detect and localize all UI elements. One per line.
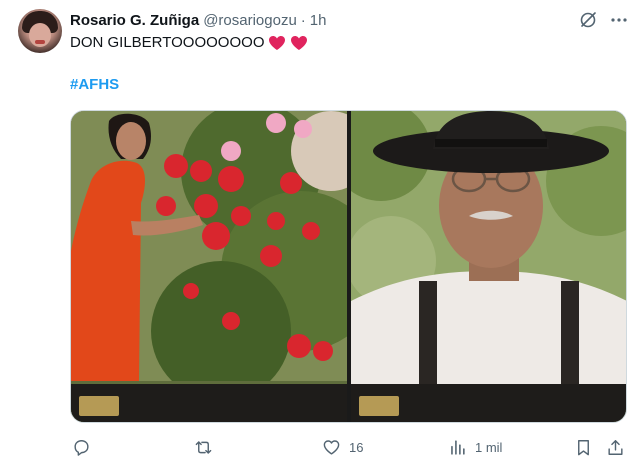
share-icon bbox=[608, 439, 623, 455]
tweet-actions: 16 1 mil bbox=[70, 436, 630, 460]
channel-logo bbox=[359, 396, 399, 416]
avatar[interactable] bbox=[18, 9, 62, 53]
photo-black-bar bbox=[71, 384, 347, 422]
tweet-text: DON GILBERTOOOOOOOO bbox=[70, 33, 308, 53]
timestamp[interactable]: 1h bbox=[310, 12, 327, 29]
channel-logo bbox=[79, 396, 119, 416]
photo-black-bar bbox=[351, 384, 626, 422]
grok-icon[interactable] bbox=[578, 10, 598, 30]
like-button[interactable]: 16 bbox=[322, 436, 363, 458]
photo-man-with-hat[interactable] bbox=[351, 111, 626, 422]
bookmark-icon bbox=[578, 439, 589, 455]
reply-icon bbox=[74, 439, 89, 456]
media-grid bbox=[70, 110, 627, 423]
display-name[interactable]: Rosario G. Zuñiga bbox=[70, 12, 199, 29]
views-button[interactable]: 1 mil bbox=[448, 436, 502, 458]
retweet-button[interactable] bbox=[194, 436, 221, 458]
share-button[interactable] bbox=[606, 436, 625, 458]
tweet-text-content: DON GILBERTOOOOOOOO bbox=[70, 34, 265, 51]
heart-icon bbox=[268, 35, 286, 51]
user-handle[interactable]: @rosariogozu bbox=[203, 12, 297, 29]
hashtag-link[interactable]: #AFHS bbox=[70, 76, 119, 93]
retweet-icon bbox=[195, 440, 212, 454]
photo-woman-with-flowers[interactable] bbox=[71, 111, 347, 422]
heart-icon bbox=[290, 35, 308, 51]
tweet-header: Rosario G. Zuñiga @rosariogozu · 1h bbox=[70, 10, 326, 30]
separator-dot: · bbox=[300, 11, 306, 29]
like-icon bbox=[323, 439, 340, 455]
bookmark-button[interactable] bbox=[574, 436, 593, 458]
avatar-lips bbox=[35, 40, 45, 44]
views-icon bbox=[451, 439, 465, 455]
views-count: 1 mil bbox=[475, 439, 503, 455]
more-icon[interactable] bbox=[609, 10, 629, 30]
reply-button[interactable] bbox=[72, 436, 99, 458]
like-count: 16 bbox=[349, 439, 364, 455]
